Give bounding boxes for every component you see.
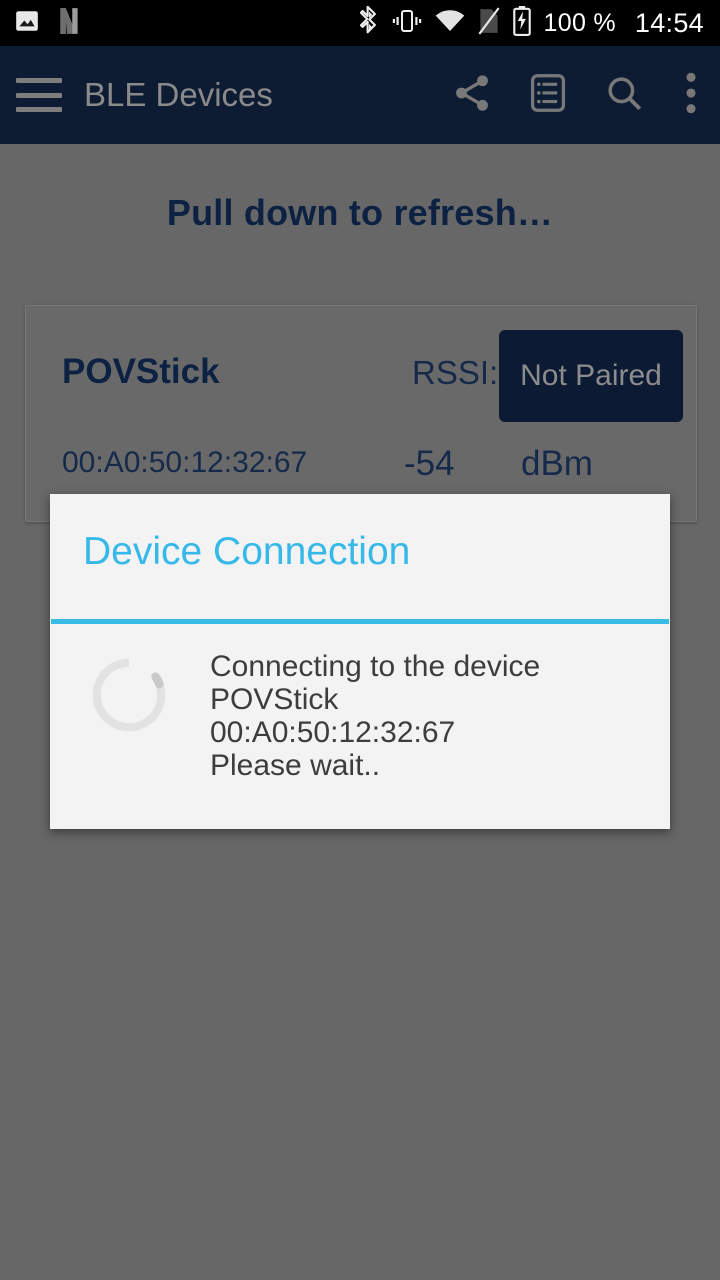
search-button[interactable] bbox=[586, 46, 662, 144]
device-card-top-row: POVStick RSSI: Not Paired bbox=[26, 328, 696, 424]
overflow-menu-button[interactable] bbox=[662, 46, 720, 144]
dialog-header: Device Connection bbox=[50, 494, 670, 619]
status-bar-clock: 14:54 bbox=[634, 7, 704, 38]
log-list-button[interactable] bbox=[510, 46, 586, 144]
device-connection-dialog: Device Connection Connecting to the devi… bbox=[50, 494, 670, 829]
rssi-unit-label: dBm bbox=[521, 444, 593, 483]
share-icon bbox=[451, 72, 493, 119]
device-mac-address-label: 00:A0:50:12:32:67 bbox=[62, 446, 308, 479]
pair-status-label: Not Paired bbox=[520, 359, 662, 392]
wifi-icon bbox=[435, 9, 465, 38]
app-screen: 100 % 14:54 BLE Devices Pull down to ref… bbox=[0, 0, 720, 1280]
image-icon bbox=[14, 8, 40, 39]
dialog-message-line: Please wait.. bbox=[210, 749, 381, 782]
rssi-label: RSSI: bbox=[412, 354, 499, 391]
dialog-title: Device Connection bbox=[83, 530, 411, 573]
netflix-n-icon bbox=[56, 7, 82, 40]
status-bar: 100 % 14:54 bbox=[0, 0, 720, 46]
device-name-label: POVStick bbox=[62, 352, 220, 391]
dialog-message-line: 00:A0:50:12:32:67 bbox=[210, 716, 456, 749]
loading-spinner-icon bbox=[90, 656, 168, 734]
dialog-message: Connecting to the device POVStick 00:A0:… bbox=[210, 650, 540, 782]
dialog-body: Connecting to the device POVStick 00:A0:… bbox=[50, 624, 670, 829]
rssi-value-label: -54 bbox=[404, 444, 455, 483]
search-icon bbox=[603, 72, 645, 119]
device-list-item[interactable]: POVStick RSSI: Not Paired 00:A0:50:12:32… bbox=[25, 305, 697, 522]
log-list-icon bbox=[526, 71, 570, 120]
page-title: BLE Devices bbox=[84, 76, 273, 113]
status-bar-system-icons: 100 % 14:54 bbox=[357, 5, 704, 41]
pull-to-refresh-label: Pull down to refresh… bbox=[166, 192, 554, 233]
status-bar-notification-icons bbox=[14, 7, 82, 40]
dialog-message-line: Connecting to the device bbox=[210, 650, 541, 683]
battery-percent-label: 100 % bbox=[543, 8, 616, 37]
overflow-menu-icon bbox=[685, 71, 697, 120]
pair-status-button[interactable]: Not Paired bbox=[499, 330, 683, 422]
hamburger-menu-icon[interactable] bbox=[16, 78, 62, 112]
device-list-screen: Pull down to refresh… POVStick RSSI: Not… bbox=[0, 144, 720, 1280]
vibrate-icon bbox=[392, 8, 422, 39]
battery-charging-icon bbox=[512, 5, 531, 41]
dialog-message-line: POVStick bbox=[210, 683, 339, 716]
app-toolbar: BLE Devices bbox=[0, 46, 720, 144]
toolbar-actions bbox=[434, 46, 720, 144]
no-sim-icon bbox=[477, 6, 500, 40]
bluetooth-icon bbox=[357, 5, 379, 41]
share-button[interactable] bbox=[434, 46, 510, 144]
